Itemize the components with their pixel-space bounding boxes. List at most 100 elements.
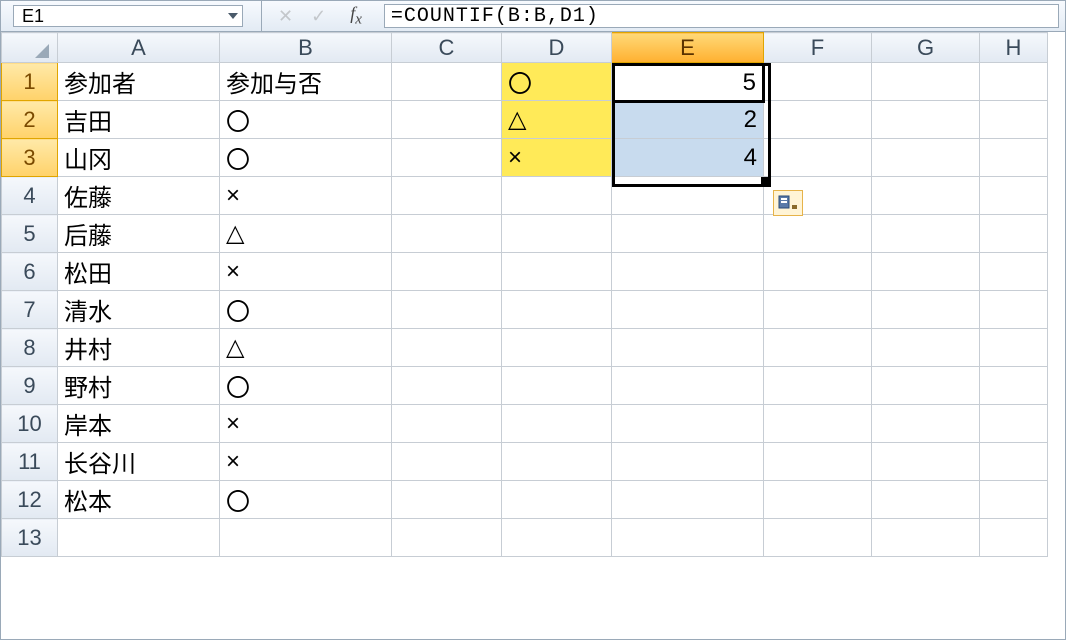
cell-A8[interactable]: 井村 xyxy=(58,329,220,367)
cell-G12[interactable] xyxy=(872,481,980,519)
row-header-6[interactable]: 6 xyxy=(2,253,58,291)
col-header-A[interactable]: A xyxy=(58,33,220,63)
cell-C6[interactable] xyxy=(392,253,502,291)
cell-C7[interactable] xyxy=(392,291,502,329)
cell-F10[interactable] xyxy=(764,405,872,443)
cell-B3[interactable]: 〇 xyxy=(220,139,392,177)
col-header-E[interactable]: E xyxy=(612,33,764,63)
cell-E3[interactable]: 4 xyxy=(612,139,764,177)
cell-E5[interactable] xyxy=(612,215,764,253)
cell-E7[interactable] xyxy=(612,291,764,329)
cell-D12[interactable] xyxy=(502,481,612,519)
cell-D6[interactable] xyxy=(502,253,612,291)
row-header-7[interactable]: 7 xyxy=(2,291,58,329)
cell-G4[interactable] xyxy=(872,177,980,215)
cell-G11[interactable] xyxy=(872,443,980,481)
cell-H4[interactable] xyxy=(980,177,1048,215)
cell-H9[interactable] xyxy=(980,367,1048,405)
cell-C4[interactable] xyxy=(392,177,502,215)
cell-B12[interactable]: 〇 xyxy=(220,481,392,519)
row-header-8[interactable]: 8 xyxy=(2,329,58,367)
cell-B5[interactable]: △ xyxy=(220,215,392,253)
cell-F12[interactable] xyxy=(764,481,872,519)
col-header-C[interactable]: C xyxy=(392,33,502,63)
cell-B10[interactable]: × xyxy=(220,405,392,443)
cell-H13[interactable] xyxy=(980,519,1048,557)
autofill-options-button[interactable] xyxy=(773,190,803,216)
cell-A9[interactable]: 野村 xyxy=(58,367,220,405)
row-header-11[interactable]: 11 xyxy=(2,443,58,481)
cell-E8[interactable] xyxy=(612,329,764,367)
row-header-13[interactable]: 13 xyxy=(2,519,58,557)
cell-C13[interactable] xyxy=(392,519,502,557)
cell-E9[interactable] xyxy=(612,367,764,405)
cell-F7[interactable] xyxy=(764,291,872,329)
row-header-5[interactable]: 5 xyxy=(2,215,58,253)
cell-F11[interactable] xyxy=(764,443,872,481)
cell-H1[interactable] xyxy=(980,63,1048,101)
cell-G6[interactable] xyxy=(872,253,980,291)
cell-H11[interactable] xyxy=(980,443,1048,481)
cell-D1[interactable]: 〇 xyxy=(502,63,612,101)
cell-A7[interactable]: 清水 xyxy=(58,291,220,329)
cell-E10[interactable] xyxy=(612,405,764,443)
grid[interactable]: A B C D E F G H 1参加者参加与否〇52吉田〇△23山冈〇×44佐… xyxy=(1,32,1048,557)
cell-C11[interactable] xyxy=(392,443,502,481)
cell-B7[interactable]: 〇 xyxy=(220,291,392,329)
row-header-4[interactable]: 4 xyxy=(2,177,58,215)
cell-D10[interactable] xyxy=(502,405,612,443)
col-header-D[interactable]: D xyxy=(502,33,612,63)
col-header-F[interactable]: F xyxy=(764,33,872,63)
cell-A13[interactable] xyxy=(58,519,220,557)
cell-G3[interactable] xyxy=(872,139,980,177)
cell-E13[interactable] xyxy=(612,519,764,557)
cell-C3[interactable] xyxy=(392,139,502,177)
cell-D4[interactable] xyxy=(502,177,612,215)
col-header-B[interactable]: B xyxy=(220,33,392,63)
cell-G8[interactable] xyxy=(872,329,980,367)
cell-D7[interactable] xyxy=(502,291,612,329)
cell-D9[interactable] xyxy=(502,367,612,405)
col-header-G[interactable]: G xyxy=(872,33,980,63)
cell-G5[interactable] xyxy=(872,215,980,253)
cell-A10[interactable]: 岸本 xyxy=(58,405,220,443)
cell-D2[interactable]: △ xyxy=(502,101,612,139)
cell-E6[interactable] xyxy=(612,253,764,291)
cell-H7[interactable] xyxy=(980,291,1048,329)
cell-A4[interactable]: 佐藤 xyxy=(58,177,220,215)
cell-H2[interactable] xyxy=(980,101,1048,139)
row-header-2[interactable]: 2 xyxy=(2,101,58,139)
cell-C2[interactable] xyxy=(392,101,502,139)
cell-H5[interactable] xyxy=(980,215,1048,253)
cell-H8[interactable] xyxy=(980,329,1048,367)
cell-C12[interactable] xyxy=(392,481,502,519)
cell-D3[interactable]: × xyxy=(502,139,612,177)
cell-A5[interactable]: 后藤 xyxy=(58,215,220,253)
cell-C1[interactable] xyxy=(392,63,502,101)
select-all-corner[interactable] xyxy=(2,33,58,63)
cell-F6[interactable] xyxy=(764,253,872,291)
cell-F2[interactable] xyxy=(764,101,872,139)
col-header-H[interactable]: H xyxy=(980,33,1048,63)
row-header-9[interactable]: 9 xyxy=(2,367,58,405)
cell-E1[interactable]: 5 xyxy=(612,63,764,101)
cell-F9[interactable] xyxy=(764,367,872,405)
cell-E11[interactable] xyxy=(612,443,764,481)
cell-F5[interactable] xyxy=(764,215,872,253)
cell-D13[interactable] xyxy=(502,519,612,557)
cell-A3[interactable]: 山冈 xyxy=(58,139,220,177)
cell-B9[interactable]: 〇 xyxy=(220,367,392,405)
cancel-icon[interactable]: ✕ xyxy=(278,6,293,27)
cell-B8[interactable]: △ xyxy=(220,329,392,367)
cell-C9[interactable] xyxy=(392,367,502,405)
cell-F1[interactable] xyxy=(764,63,872,101)
cell-C5[interactable] xyxy=(392,215,502,253)
cell-F8[interactable] xyxy=(764,329,872,367)
name-box-dropdown-icon[interactable] xyxy=(228,13,238,19)
name-box[interactable]: E1 xyxy=(13,5,243,27)
cell-E2[interactable]: 2 xyxy=(612,101,764,139)
cell-A11[interactable]: 长谷川 xyxy=(58,443,220,481)
cell-B4[interactable]: × xyxy=(220,177,392,215)
cell-E12[interactable] xyxy=(612,481,764,519)
cell-G10[interactable] xyxy=(872,405,980,443)
